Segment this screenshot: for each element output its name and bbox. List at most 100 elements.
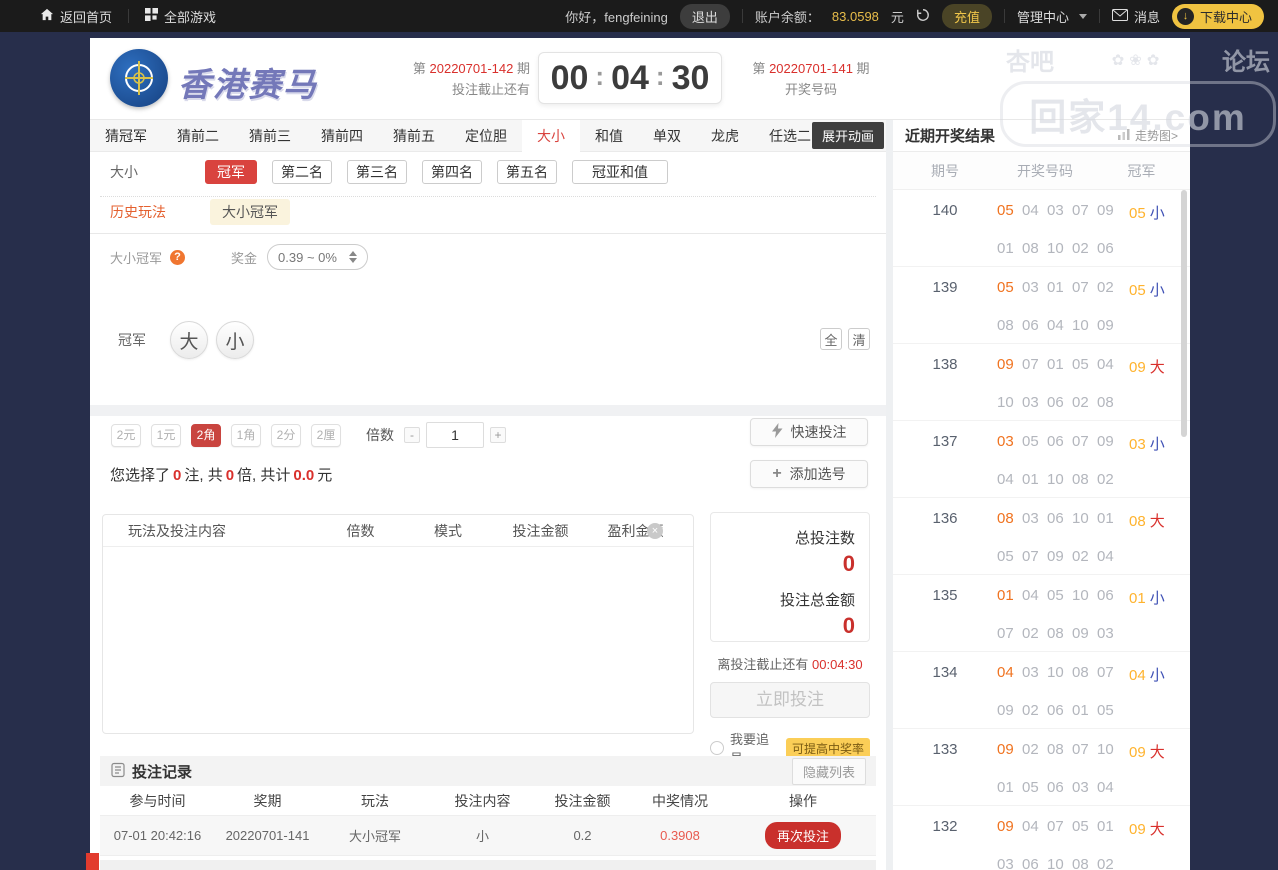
unit-2-fen[interactable]: 2分 (271, 424, 301, 447)
result-issue: 137 (893, 433, 997, 450)
play-area: 大小 冠军第二名第三名第四名第五名冠亚和值 历史玩法 大小冠军 大小冠军 ? 奖… (90, 152, 886, 870)
last-issue-number: 20220701-141 (769, 61, 853, 76)
download-center-button[interactable]: ↓ 下载中心 (1172, 4, 1264, 29)
tab-dragon-tiger[interactable]: 龙虎 (696, 120, 754, 152)
bet-row-label: 冠军 (118, 330, 146, 350)
tab-guess-top3[interactable]: 猜前三 (234, 120, 306, 152)
record-amount: 0.2 (535, 828, 630, 843)
position-btn-fifth[interactable]: 第五名 (497, 160, 557, 184)
download-center-label: 下载中心 (1200, 7, 1252, 26)
quick-bet-button[interactable]: 快速投注 (750, 418, 868, 446)
position-btn-fourth[interactable]: 第四名 (422, 160, 482, 184)
tab-sum[interactable]: 和值 (580, 120, 638, 152)
result-row: 1340403100807090206010504小 (893, 652, 1190, 729)
tab-guess-top5[interactable]: 猜前五 (378, 120, 450, 152)
logout-button[interactable]: 退出 (680, 4, 730, 29)
record-time: 07-01 20:42:16 (100, 828, 215, 843)
result-issue: 134 (893, 664, 997, 681)
option-big[interactable]: 大 (170, 321, 208, 359)
total-amount-label: 投注总金额 (725, 589, 855, 610)
number: 03 (1072, 779, 1097, 796)
home-link[interactable]: 返回首页 (40, 7, 112, 26)
position-btn-second[interactable]: 第二名 (272, 160, 332, 184)
unit-1-jiao[interactable]: 1角 (231, 424, 261, 447)
selected-count: 0 (173, 467, 181, 484)
number: 10 (1047, 471, 1072, 488)
select-all-button[interactable]: 全 (820, 328, 842, 350)
option-small[interactable]: 小 (216, 321, 254, 359)
clear-slip-icon[interactable]: × (647, 523, 663, 539)
result-row: 1390503010702080604100905小 (893, 267, 1190, 344)
help-icon[interactable]: ? (170, 250, 185, 265)
position-btn-third[interactable]: 第三名 (347, 160, 407, 184)
winner-label: 小 (1150, 667, 1165, 684)
winner-label: 大 (1150, 821, 1165, 838)
multiplier-input[interactable] (426, 422, 484, 448)
submit-bet-button[interactable]: 立即投注 (710, 682, 870, 718)
tab-guess-champion[interactable]: 猜冠军 (90, 120, 162, 152)
number: 04 (1022, 587, 1047, 604)
trend-chart-link[interactable]: 走势图> (1118, 127, 1178, 144)
numbers-line1: 0803061001 (997, 510, 1122, 548)
number: 06 (1022, 317, 1047, 334)
tab-guess-top4[interactable]: 猜前四 (306, 120, 378, 152)
hide-list-button[interactable]: 隐藏列表 (792, 758, 866, 785)
numbers-line1: 0104051006 (997, 587, 1122, 625)
unit-2-jiao[interactable]: 2角 (191, 424, 221, 447)
current-issue-line: 第 20220701-142 期 (408, 58, 530, 79)
topbar-divider (128, 9, 129, 23)
messages-link[interactable]: 消息 (1112, 7, 1160, 26)
results-header-2: 开奖号码 (997, 152, 1093, 190)
number: 10 (1072, 510, 1097, 527)
records-icon (110, 762, 126, 781)
scrollbar-thumb[interactable] (1181, 190, 1187, 437)
download-icon: ↓ (1177, 8, 1194, 25)
prize-select-value: 0.39 ~ 0% (278, 250, 337, 265)
watermark-right-text: 论坛 (1222, 42, 1270, 77)
unit-1-yuan[interactable]: 1元 (151, 424, 181, 447)
number: 07 (1022, 356, 1047, 373)
number: 04 (997, 664, 1022, 681)
rebet-button[interactable]: 再次投注 (765, 822, 841, 849)
logo-icon (110, 49, 168, 107)
balance-value: 83.0598 (832, 9, 879, 24)
tab-guess-top2[interactable]: 猜前二 (162, 120, 234, 152)
tab-odd-even[interactable]: 单双 (638, 120, 696, 152)
add-selection-button[interactable]: + 添加选号 (750, 460, 868, 488)
number: 07 (1097, 664, 1122, 681)
prize-row: 大小冠军 ? 奖金 0.39 ~ 0% (110, 244, 368, 270)
unit-2-yuan[interactable]: 2元 (111, 424, 141, 447)
position-btn-champ-runnerup-sum[interactable]: 冠亚和值 (572, 160, 668, 184)
record-header-6: 中奖情况 (630, 791, 730, 811)
multiplier-plus-button[interactable]: + (490, 427, 506, 443)
winner-label: 大 (1150, 744, 1165, 761)
total-bets-label: 总投注数 (725, 527, 855, 548)
prize-select[interactable]: 0.39 ~ 0% (267, 244, 368, 270)
history-item-1[interactable]: 大小冠军 (210, 199, 290, 225)
refresh-icon[interactable] (916, 8, 930, 25)
result-winner: 04小 (1129, 664, 1165, 685)
result-row: 1370305060709040110080203小 (893, 421, 1190, 498)
winner-number: 09 (1129, 359, 1146, 376)
admin-center-menu[interactable]: 管理中心 (1017, 7, 1087, 26)
tab-position[interactable]: 定位胆 (450, 120, 522, 152)
position-btn-champion[interactable]: 冠军 (205, 160, 257, 184)
countdown-minutes: 04 (611, 59, 649, 98)
quick-bet-label: 快速投注 (791, 422, 847, 442)
multiplier-minus-button[interactable]: - (404, 427, 420, 443)
number: 02 (1072, 240, 1097, 257)
unit-2-li[interactable]: 2厘 (311, 424, 341, 447)
chase-radio[interactable] (710, 741, 724, 755)
floating-element-partial[interactable] (86, 853, 99, 870)
clear-selection-button[interactable]: 清 (848, 328, 870, 350)
recharge-button[interactable]: 充值 (942, 4, 992, 29)
numbers-line2: 0306100802 (997, 856, 1122, 870)
deadline-label: 投注截止还有 (408, 79, 530, 100)
expand-animation-button[interactable]: 展开动画 (812, 122, 884, 149)
number: 05 (1072, 356, 1097, 373)
partial-next-row (100, 860, 876, 870)
tab-big-small[interactable]: 大小 (522, 120, 580, 152)
all-games-link[interactable]: 全部游戏 (145, 7, 216, 26)
slip-header-1: 玩法及投注内容 (103, 521, 318, 541)
play-group-label: 大小 (110, 162, 205, 182)
